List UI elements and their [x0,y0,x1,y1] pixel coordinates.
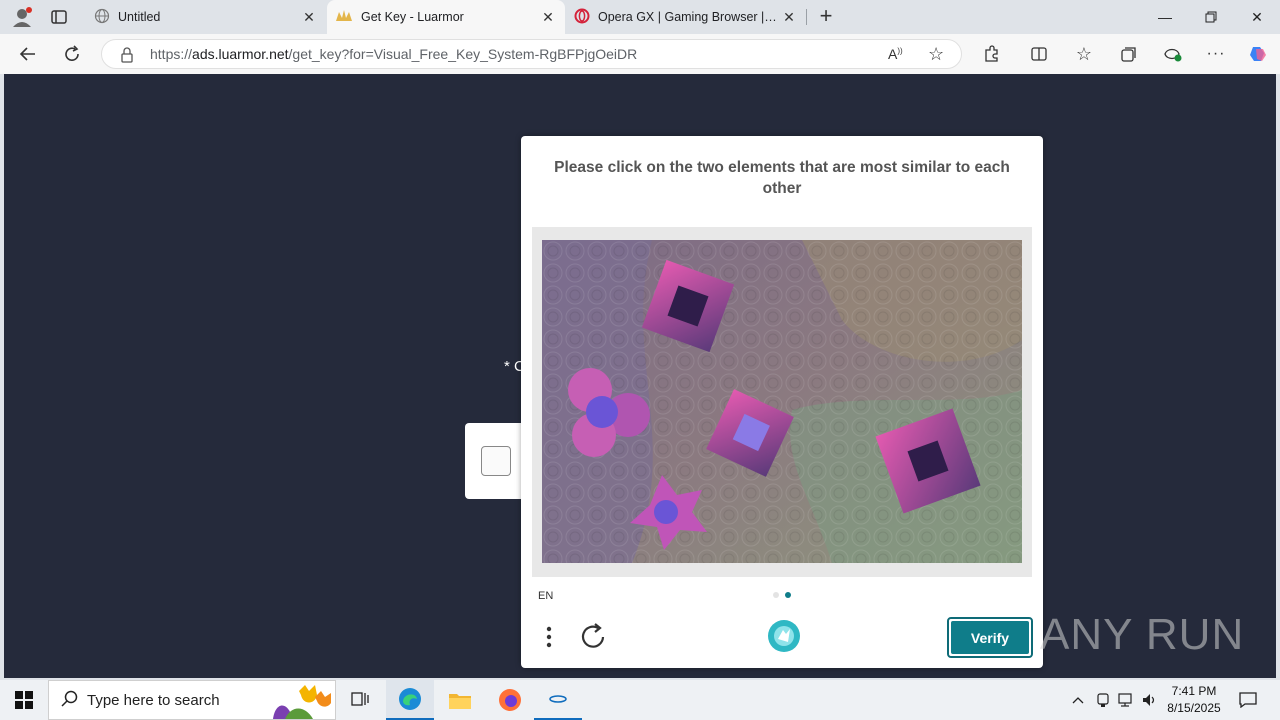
address-bar[interactable]: https://ads.luarmor.net/get_key?for=Visu… [101,39,962,69]
tab-get-key[interactable]: Get Key - Luarmor ✕ [327,0,565,34]
copilot-icon[interactable] [1242,38,1274,70]
lock-icon[interactable] [120,47,134,66]
browser-toolbar: https://ads.luarmor.net/get_key?for=Visu… [0,34,1280,74]
favorites-icon[interactable]: ☆ [1068,38,1100,70]
tab-divider [806,9,807,25]
search-placeholder: Type here to search [87,691,220,709]
task-view-icon[interactable] [336,680,384,720]
tab-label: Get Key - Luarmor [361,10,464,24]
notifications-icon[interactable] [1228,680,1268,720]
browser-essentials-icon[interactable] [1157,38,1189,70]
page-dot-active [785,592,791,598]
url-scheme: https:// [150,46,193,62]
refresh-challenge-icon[interactable] [578,620,610,654]
minimize-icon[interactable]: — [1142,0,1188,34]
reload-icon[interactable] [56,38,88,70]
url-path: /get_key?for=Visual_Free_Key_System-RgBF… [288,46,638,62]
page-dot [773,592,779,598]
captcha-menu-icon[interactable] [538,622,560,652]
tab-actions-icon[interactable] [50,9,68,25]
close-tab-icon[interactable]: ✕ [539,8,557,26]
profile-icon[interactable] [10,6,34,28]
taskbar-search[interactable]: Type here to search [48,680,336,720]
app-taskbar-icon[interactable] [534,680,582,720]
close-window-icon[interactable]: ✕ [1234,0,1280,34]
language-selector[interactable]: EN [538,590,553,602]
restore-icon[interactable] [1188,0,1234,34]
luarmor-favicon-icon [335,9,353,26]
system-clock[interactable]: 7:41 PM 8/15/2025 [1162,683,1226,717]
network-icon[interactable] [1114,680,1138,720]
verify-button[interactable]: Verify [947,617,1033,658]
firefox-icon[interactable] [486,680,534,720]
extensions-icon[interactable] [975,38,1007,70]
close-tab-icon[interactable]: ✕ [300,8,318,26]
tab-strip: Untitled ✕ Get Key - Luarmor ✕ Opera GX … [0,0,1280,34]
read-aloud-icon[interactable]: A)) [888,46,903,62]
meet-icon[interactable] [1092,680,1114,720]
back-icon[interactable] [12,38,44,70]
captcha-task-image[interactable] [542,240,1022,563]
verify-label: Verify [951,621,1029,654]
windows-start-icon[interactable] [0,680,48,720]
tulip-decoration-icon [263,683,335,720]
tab-untitled[interactable]: Untitled ✕ [86,0,326,34]
tab-label: Untitled [118,10,161,24]
taskbar: Type here to search 7:41 PM 8/15/2025 [0,680,1280,720]
file-explorer-icon[interactable] [436,680,484,720]
captcha-prompt: Please click on the two elements that ar… [554,159,1010,197]
clock-date: 8/15/2025 [1167,701,1221,715]
more-options-icon[interactable]: ··· [1200,38,1232,70]
opera-icon [574,8,590,27]
url-host: ads.luarmor.net [192,46,289,62]
clock-time: 7:41 PM [1171,684,1217,698]
url-text: https://ads.luarmor.net/get_key?for=Visu… [150,46,637,62]
chevron-up-icon[interactable] [1066,680,1090,720]
search-icon [61,689,79,711]
split-screen-icon[interactable] [1023,38,1055,70]
hcaptcha-logo-icon[interactable] [766,618,802,654]
tab-label: Opera GX | Gaming Browser | Ope [598,10,780,24]
captcha-checkbox[interactable] [481,446,511,476]
collections-icon[interactable] [1112,38,1144,70]
favorite-star-icon[interactable]: ☆ [928,44,944,65]
edge-taskbar-icon[interactable] [386,680,434,720]
volume-icon[interactable] [1138,680,1162,720]
new-tab-icon[interactable]: + [816,5,836,27]
tab-opera-gx[interactable]: Opera GX | Gaming Browser | Ope ✕ [566,0,806,34]
close-tab-icon[interactable]: ✕ [780,8,798,26]
globe-icon [94,8,110,27]
watermark: ANY RUN [1040,610,1245,659]
